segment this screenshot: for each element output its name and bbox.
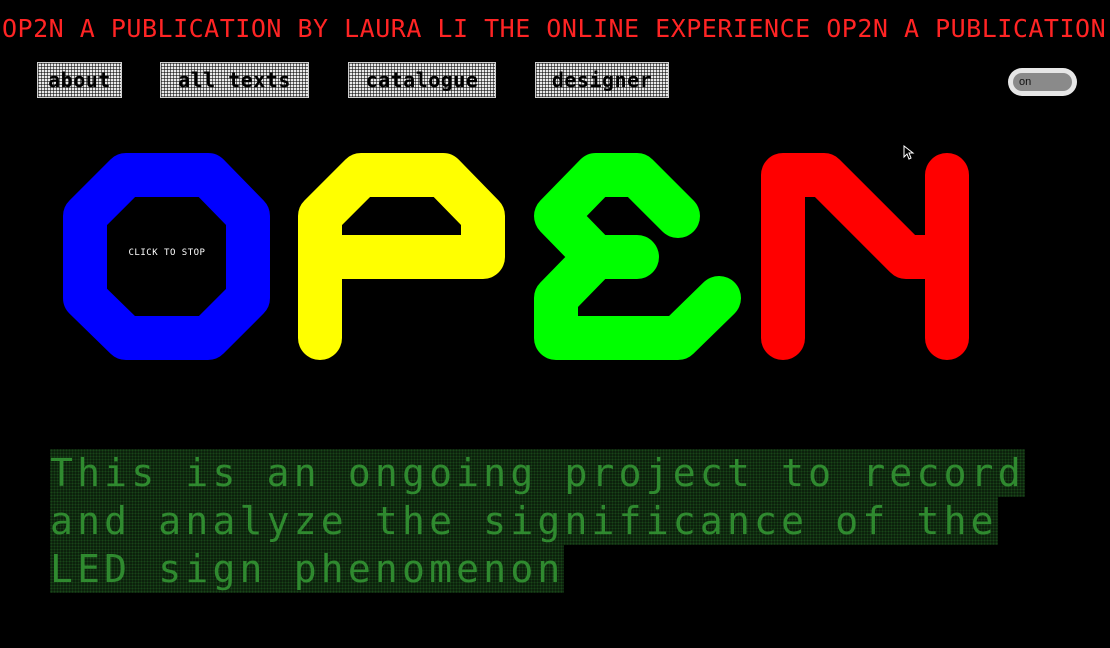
catalogue-button[interactable]: catalogue: [348, 62, 496, 98]
project-description: This is an ongoing project to record and…: [50, 449, 1090, 593]
about-button[interactable]: about: [37, 62, 122, 98]
on-off-toggle[interactable]: on: [1008, 68, 1077, 96]
all-texts-button[interactable]: all texts: [160, 62, 309, 98]
click-to-stop-label[interactable]: CLICK TO STOP: [112, 248, 222, 258]
description-text: This is an ongoing project to record and…: [50, 449, 1025, 593]
letter-n-red[interactable]: [761, 153, 969, 360]
mouse-pointer-icon: [903, 145, 915, 160]
toggle-label: on: [1019, 76, 1032, 88]
letter-p-yellow[interactable]: [298, 153, 505, 360]
scrolling-marquee: OP2N A PUBLICATION BY LAURA LI THE ONLIN…: [0, 12, 1110, 46]
designer-button[interactable]: designer: [535, 62, 669, 98]
letter-e-green[interactable]: [534, 153, 741, 360]
marquee-text: OP2N A PUBLICATION BY LAURA LI THE ONLIN…: [2, 12, 1110, 46]
